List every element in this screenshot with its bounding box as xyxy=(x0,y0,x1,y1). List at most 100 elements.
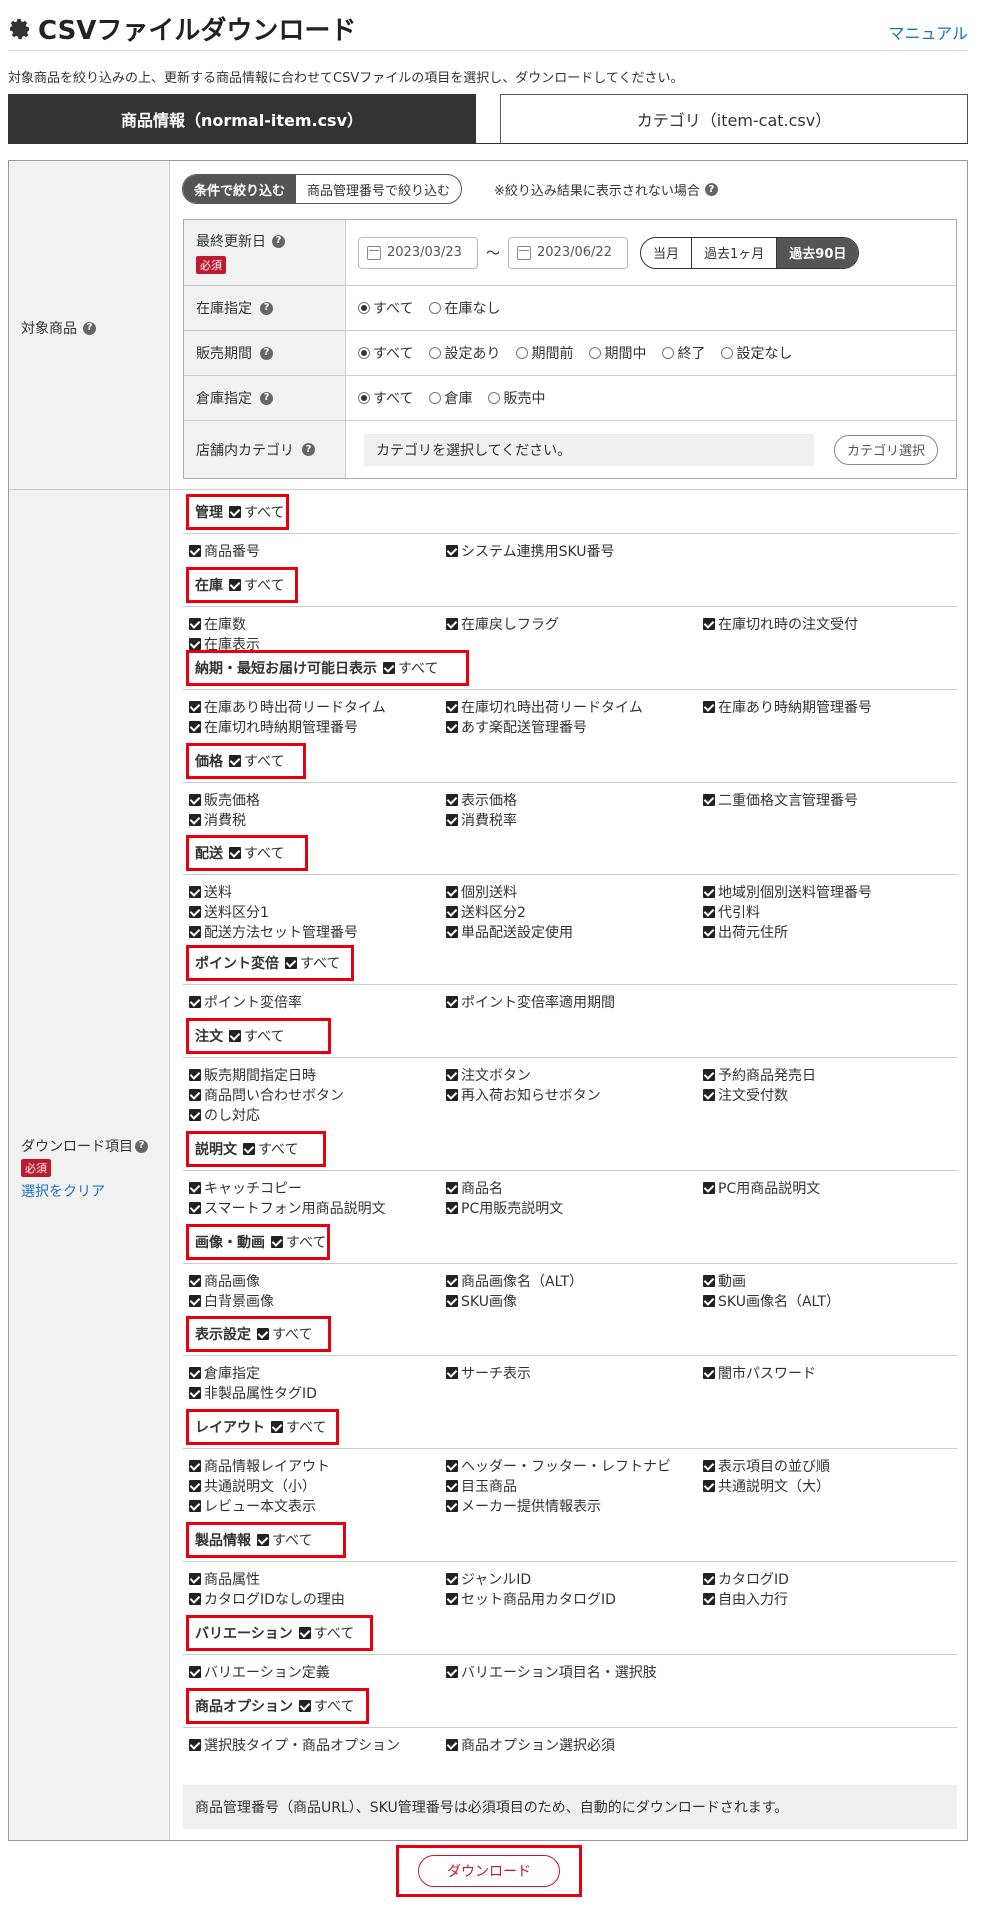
item-checkbox[interactable]: 在庫切れ時出荷リードタイム xyxy=(446,697,643,717)
select-all-checkbox[interactable]: すべて xyxy=(257,1530,312,1550)
item-checkbox[interactable]: 販売期間指定日時 xyxy=(189,1065,316,1085)
item-checkbox[interactable]: システム連携用SKU番号 xyxy=(446,541,615,561)
filter-by-number-button[interactable]: 商品管理番号で絞り込む xyxy=(296,175,461,203)
select-all-checkbox[interactable]: すべて xyxy=(285,953,340,973)
item-checkbox[interactable]: 商品問い合わせボタン xyxy=(189,1085,344,1105)
select-all-checkbox[interactable]: すべて xyxy=(298,1623,354,1643)
item-checkbox[interactable]: 販売価格 xyxy=(189,790,260,810)
item-checkbox[interactable]: 送料 xyxy=(189,882,232,902)
item-checkbox[interactable]: 在庫切れ時の注文受付 xyxy=(703,614,858,634)
filter-by-condition-button[interactable]: 条件で絞り込む xyxy=(183,175,297,203)
item-checkbox[interactable]: PC用販売説明文 xyxy=(446,1198,563,1218)
item-checkbox[interactable]: バリエーション項目名・選択肢 xyxy=(446,1662,657,1682)
date-from-input[interactable]: 2023/03/23 xyxy=(358,236,478,269)
radio-option[interactable]: 倉庫 xyxy=(429,388,472,408)
period-90-days-button[interactable]: 過去90日 xyxy=(776,237,859,268)
tab-normal-item[interactable]: 商品情報（normal-item.csv） xyxy=(8,94,476,144)
item-checkbox[interactable]: PC用商品説明文 xyxy=(703,1178,820,1198)
manual-link[interactable]: マニュアル xyxy=(888,20,968,44)
item-checkbox[interactable]: あす楽配送管理番号 xyxy=(446,717,587,737)
item-checkbox[interactable]: 消費税 xyxy=(189,810,246,830)
item-checkbox[interactable]: レビュー本文表示 xyxy=(189,1496,316,1516)
item-checkbox[interactable]: 在庫戻しフラグ xyxy=(446,614,559,634)
clear-selection-link[interactable]: 選択をクリア xyxy=(21,1181,148,1201)
item-checkbox[interactable]: 消費税率 xyxy=(446,810,517,830)
select-all-checkbox[interactable]: すべて xyxy=(243,1139,298,1159)
radio-option[interactable]: 在庫なし xyxy=(429,298,500,318)
item-checkbox[interactable]: 共通説明文（大） xyxy=(703,1476,830,1496)
help-icon[interactable]: ? xyxy=(260,346,273,360)
item-checkbox[interactable]: 表示項目の並び順 xyxy=(703,1456,830,1476)
category-select-button[interactable]: カテゴリ選択 xyxy=(834,434,939,465)
radio-option[interactable]: 終了 xyxy=(662,343,705,363)
item-checkbox[interactable]: 商品名 xyxy=(446,1178,503,1198)
help-icon[interactable]: ? xyxy=(260,391,273,405)
item-checkbox[interactable]: SKU画像 xyxy=(446,1291,517,1311)
select-all-checkbox[interactable]: すべて xyxy=(229,843,284,863)
item-checkbox[interactable]: 予約商品発売日 xyxy=(703,1065,816,1085)
select-all-checkbox[interactable]: すべて xyxy=(229,751,284,771)
date-to-input[interactable]: 2023/06/22 xyxy=(508,236,628,269)
item-checkbox[interactable]: 二重価格文言管理番号 xyxy=(703,790,858,810)
item-checkbox[interactable]: キャッチコピー xyxy=(189,1178,302,1198)
item-checkbox[interactable]: 地域別個別送料管理番号 xyxy=(703,882,872,902)
radio-option[interactable]: すべて xyxy=(358,298,413,318)
item-checkbox[interactable]: ヘッダー・フッター・レフトナビ xyxy=(446,1456,671,1476)
item-checkbox[interactable]: 倉庫指定 xyxy=(189,1363,260,1383)
item-checkbox[interactable]: 表示価格 xyxy=(446,790,517,810)
select-all-checkbox[interactable]: すべて xyxy=(271,1417,326,1437)
radio-option[interactable]: 設定あり xyxy=(429,343,500,363)
item-checkbox[interactable]: 出荷元住所 xyxy=(703,922,788,942)
item-checkbox[interactable]: 商品番号 xyxy=(189,541,260,561)
item-checkbox[interactable]: 商品画像名（ALT） xyxy=(446,1271,583,1291)
help-icon[interactable]: ? xyxy=(272,234,285,248)
item-checkbox[interactable]: SKU画像名（ALT） xyxy=(703,1291,840,1311)
item-checkbox[interactable]: カタログIDなしの理由 xyxy=(189,1589,345,1609)
radio-option[interactable]: すべて xyxy=(358,343,413,363)
item-checkbox[interactable]: ポイント変倍率適用期間 xyxy=(446,992,615,1012)
select-all-checkbox[interactable]: すべて xyxy=(299,1696,354,1716)
item-checkbox[interactable]: 商品情報レイアウト xyxy=(189,1456,330,1476)
item-checkbox[interactable]: カタログID xyxy=(703,1569,789,1589)
item-checkbox[interactable]: 代引料 xyxy=(703,902,760,922)
item-checkbox[interactable]: 非製品属性タグID xyxy=(189,1383,317,1403)
item-checkbox[interactable]: 共通説明文（小） xyxy=(189,1476,316,1496)
help-icon[interactable]: ? xyxy=(260,301,273,315)
item-checkbox[interactable]: スマートフォン用商品説明文 xyxy=(189,1198,386,1218)
item-checkbox[interactable]: セット商品用カタログID xyxy=(446,1589,616,1609)
item-checkbox[interactable]: ジャンルID xyxy=(446,1569,531,1589)
item-checkbox[interactable]: 商品属性 xyxy=(189,1569,260,1589)
item-checkbox[interactable]: のし対応 xyxy=(189,1105,260,1125)
help-icon[interactable]: ? xyxy=(135,1139,148,1153)
item-checkbox[interactable]: 白背景画像 xyxy=(189,1291,274,1311)
select-all-checkbox[interactable]: すべて xyxy=(383,658,438,678)
help-icon[interactable]: ? xyxy=(83,321,96,335)
item-checkbox[interactable]: 送料区分1 xyxy=(189,902,269,922)
item-checkbox[interactable]: 目玉商品 xyxy=(446,1476,517,1496)
item-checkbox[interactable]: 在庫あり時出荷リードタイム xyxy=(189,697,386,717)
radio-option[interactable]: 期間前 xyxy=(516,343,573,363)
item-checkbox[interactable]: 送料区分2 xyxy=(446,902,526,922)
select-all-checkbox[interactable]: すべて xyxy=(229,1026,284,1046)
item-checkbox[interactable]: 在庫切れ時納期管理番号 xyxy=(189,717,358,737)
item-checkbox[interactable]: 自由入力行 xyxy=(703,1589,788,1609)
help-icon[interactable]: ? xyxy=(704,183,718,196)
select-all-checkbox[interactable]: すべて xyxy=(271,1232,326,1252)
item-checkbox[interactable]: 闇市パスワード xyxy=(703,1363,816,1383)
item-checkbox[interactable]: 注文ボタン xyxy=(446,1065,531,1085)
item-checkbox[interactable]: メーカー提供情報表示 xyxy=(446,1496,601,1516)
item-checkbox[interactable]: 在庫数 xyxy=(189,614,246,634)
period-1-month-button[interactable]: 過去1ヶ月 xyxy=(691,237,776,268)
item-checkbox[interactable]: 動画 xyxy=(703,1271,746,1291)
category-field[interactable]: カテゴリを選択してください。 xyxy=(364,433,814,466)
select-all-checkbox[interactable]: すべて xyxy=(257,1324,312,1344)
item-checkbox[interactable]: 個別送料 xyxy=(446,882,517,902)
item-checkbox[interactable]: 注文受付数 xyxy=(703,1085,788,1105)
item-checkbox[interactable]: 選択肢タイプ・商品オプション xyxy=(189,1735,400,1755)
radio-option[interactable]: すべて xyxy=(358,388,413,408)
radio-option[interactable]: 設定なし xyxy=(721,343,792,363)
item-checkbox[interactable]: サーチ表示 xyxy=(446,1363,531,1383)
download-button[interactable]: ダウンロード xyxy=(418,1855,560,1887)
select-all-checkbox[interactable]: すべて xyxy=(229,502,284,522)
radio-option[interactable]: 期間中 xyxy=(589,343,646,363)
